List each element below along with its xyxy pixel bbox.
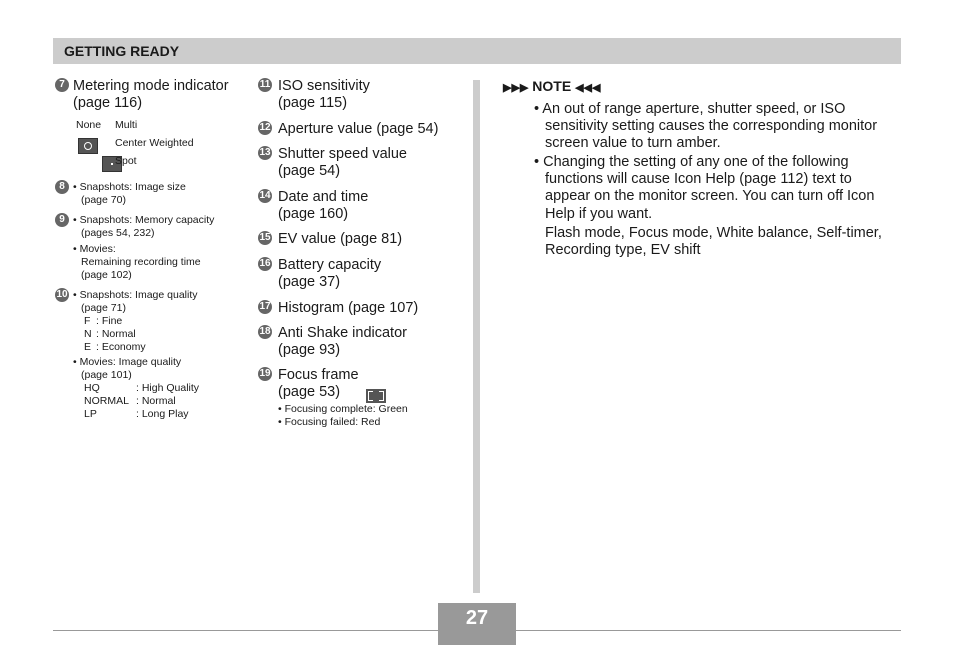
note-line: • Changing the setting of any one of the…: [534, 154, 849, 170]
number-badge: 18: [258, 325, 272, 339]
focus-note: • Focusing failed: Red: [278, 416, 381, 428]
number-badge: 8: [55, 180, 69, 194]
item-7: 7 Metering mode indicator (page 116): [55, 78, 229, 111]
indicator-item: 16 Battery capacity (page 37): [258, 257, 382, 290]
metering-none-label: None: [76, 119, 102, 131]
note-line: Recording type, EV shift: [545, 242, 701, 258]
center-weighted-icon: [78, 137, 98, 154]
section-header: GETTING READY: [53, 38, 901, 64]
footer-rule: [53, 630, 901, 631]
note-line: screen value to turn amber.: [545, 135, 721, 151]
number-badge: 11: [258, 78, 272, 92]
number-badge: 15: [258, 231, 272, 245]
note-line: Flash mode, Focus mode, White balance, S…: [545, 225, 882, 241]
note-arrows-right-icon: ▶▶▶: [503, 82, 529, 94]
indicator-item: 15 EV value (page 81): [258, 231, 403, 247]
indicator-item: 17 Histogram (page 107): [258, 300, 419, 316]
indicator-item: 12 Aperture value (page 54): [258, 121, 439, 137]
indicator-item: 14 Date and time (page 160): [258, 189, 369, 222]
indicator-item: 19 Focus frame (page 53): [258, 367, 359, 400]
indicator-item: 18 Anti Shake indicator (page 93): [258, 325, 407, 358]
note-line: • An out of range aperture, shutter spee…: [534, 101, 846, 117]
number-badge: 7: [55, 78, 69, 92]
note-line: sensitivity setting causes the correspon…: [545, 118, 878, 134]
note-line: functions will cause Icon Help (page 112…: [545, 171, 852, 187]
metering-spot-label: Spot: [115, 155, 137, 167]
metering-multi-label: Multi: [115, 119, 138, 131]
number-badge: 17: [258, 300, 272, 314]
number-badge: 12: [258, 121, 272, 135]
number-badge: 14: [258, 189, 272, 203]
number-badge: 16: [258, 257, 272, 271]
number-badge: 19: [258, 367, 272, 381]
item-10: 10 • Snapshots: Image quality (page 71) …: [55, 288, 200, 420]
note-line: Help if you want.: [545, 206, 653, 222]
indicator-item: 13 Shutter speed value (page 54): [258, 146, 407, 179]
page-number-box: 27: [438, 603, 516, 645]
focus-frame-icon: [366, 388, 386, 403]
number-badge: 9: [55, 213, 69, 227]
note-arrows-left-icon: ◀◀◀: [575, 82, 601, 94]
metering-center-label: Center Weighted: [115, 137, 194, 149]
column-divider: [473, 80, 480, 593]
note-line: appear on the monitor screen. You can tu…: [545, 188, 875, 204]
note-heading: ▶▶▶ NOTE ◀◀◀: [503, 78, 601, 94]
section-title: GETTING READY: [64, 43, 180, 59]
item-9: 9 • Snapshots: Memory capacity (pages 54…: [55, 213, 214, 281]
number-badge: 10: [55, 288, 69, 302]
page-number: 27: [465, 607, 489, 629]
focus-note: • Focusing complete: Green: [278, 403, 408, 415]
indicator-item: 11 ISO sensitivity (page 115): [258, 78, 370, 111]
number-badge: 13: [258, 146, 272, 160]
item-8: 8 • Snapshots: Image size (page 70): [55, 180, 186, 206]
